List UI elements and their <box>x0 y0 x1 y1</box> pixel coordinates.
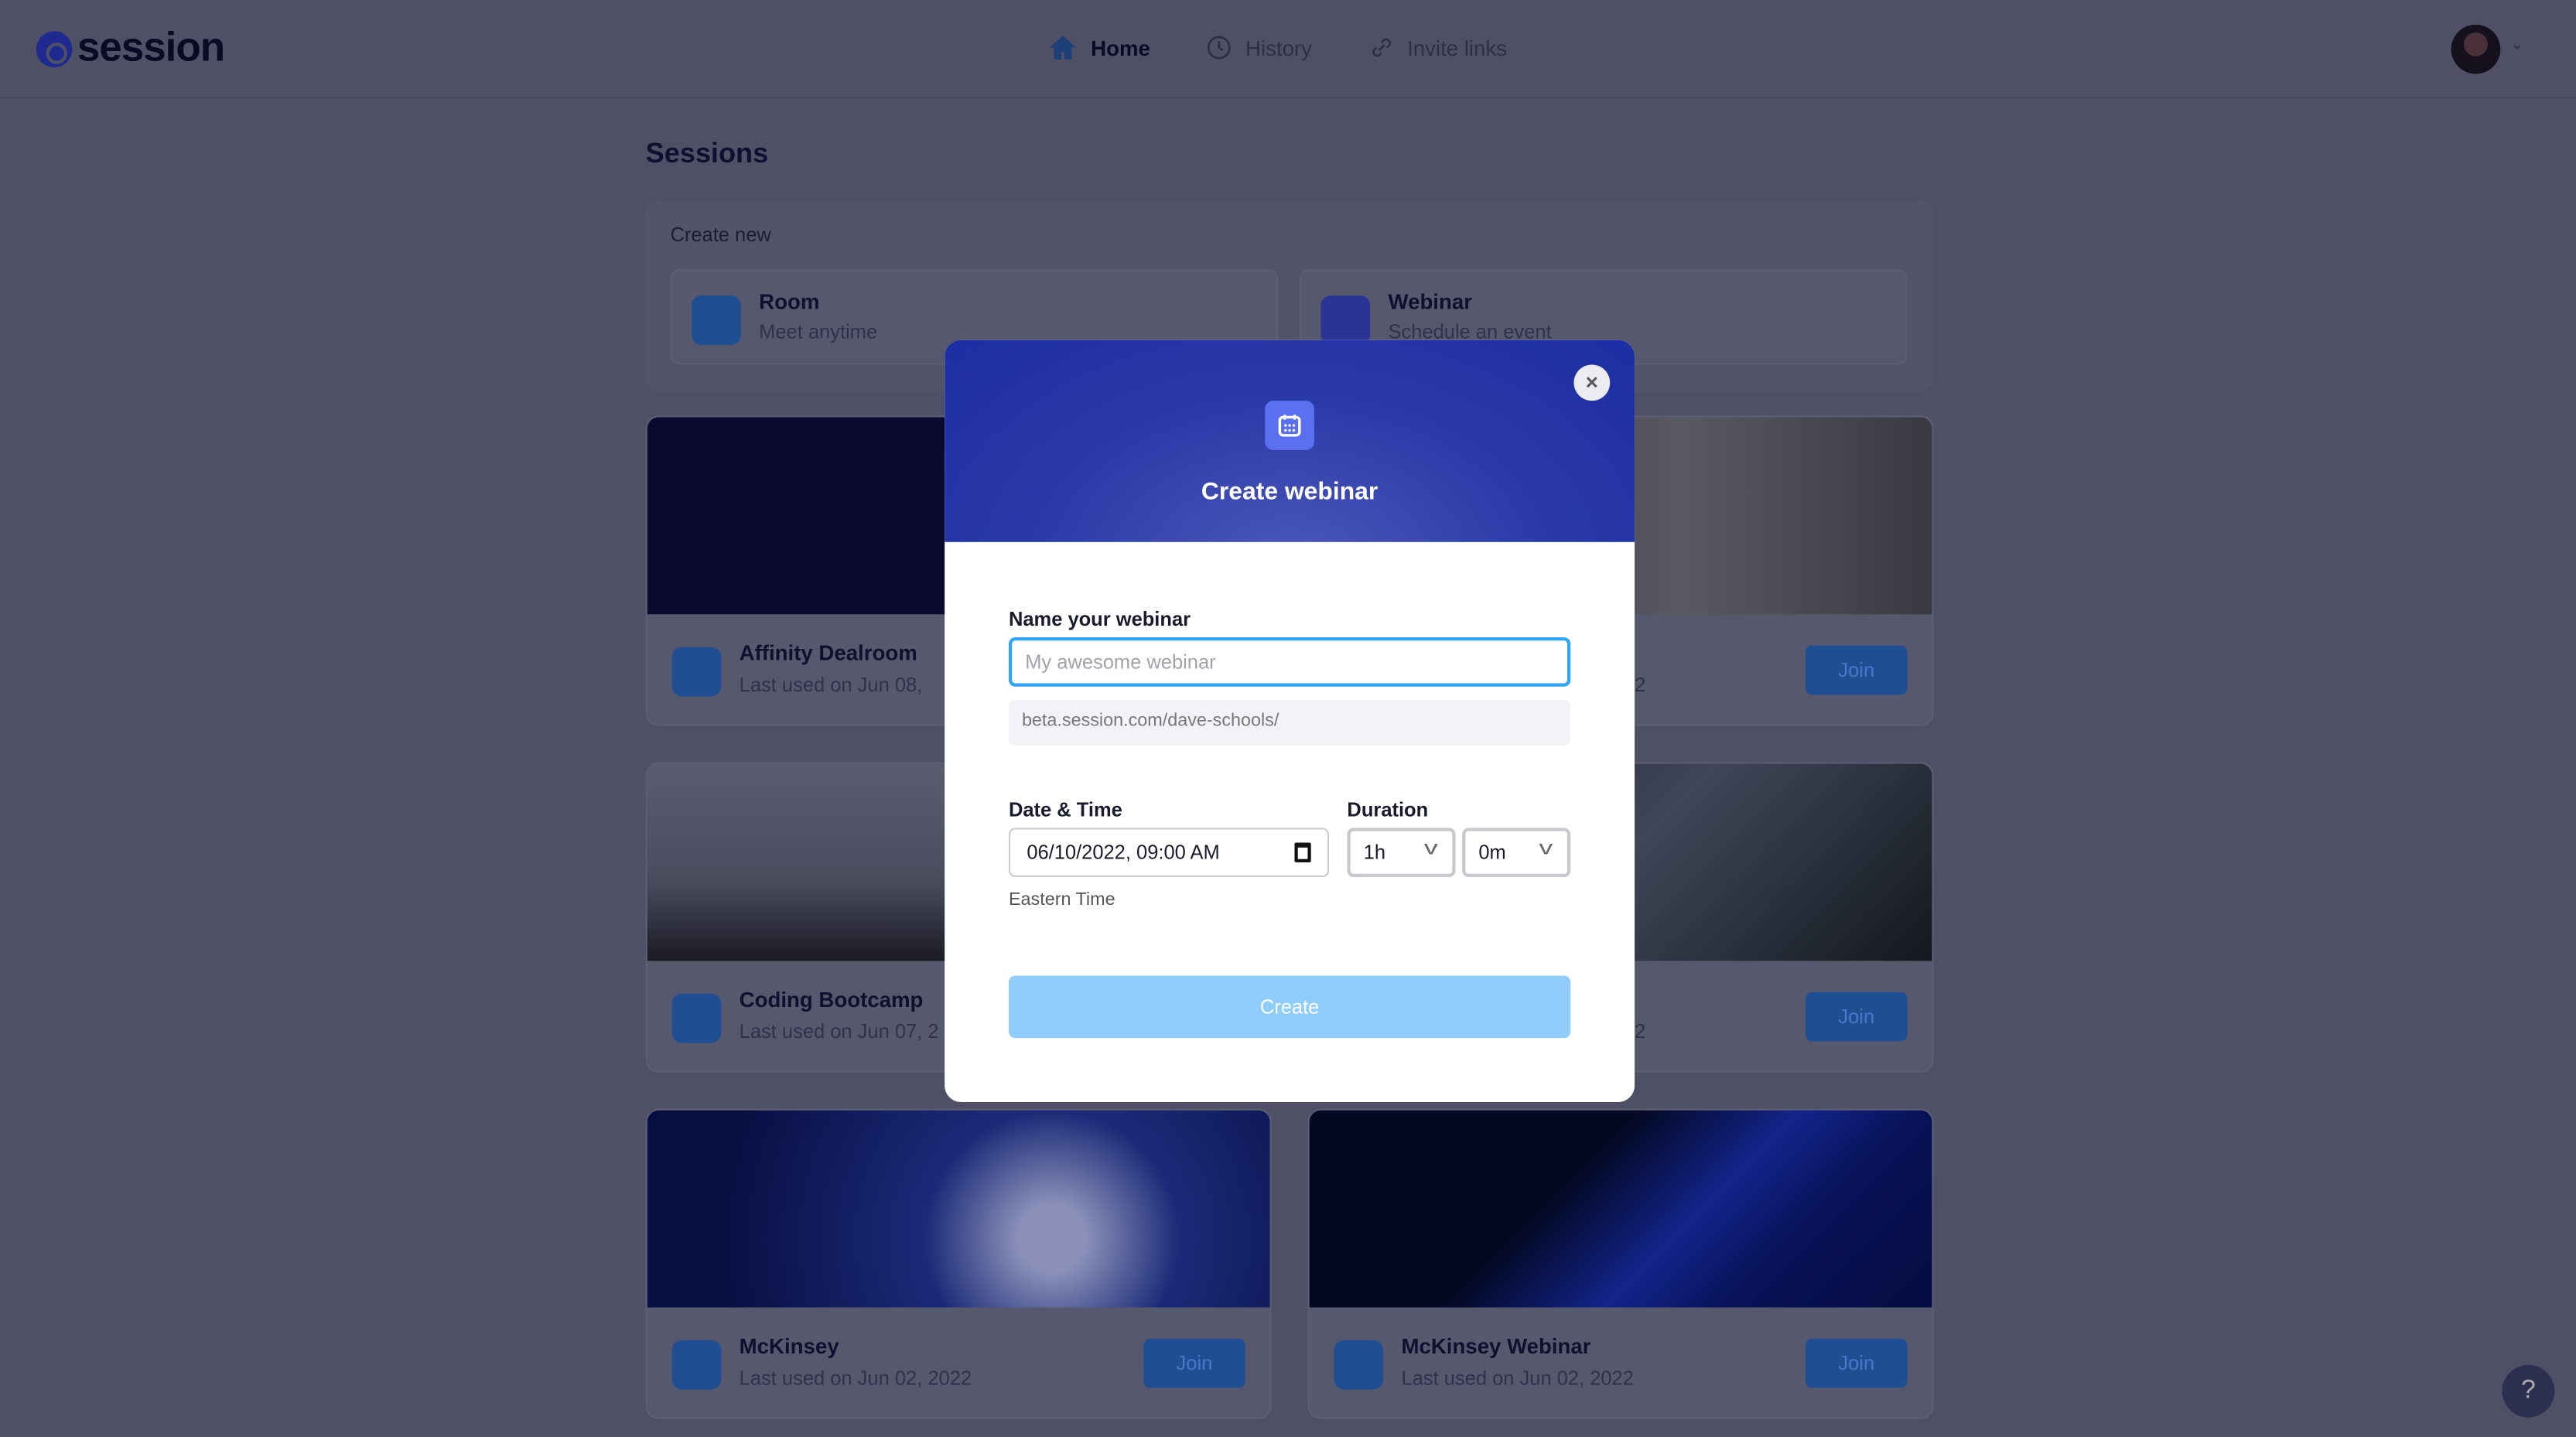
join-button[interactable]: Join <box>1805 645 1908 695</box>
nav-history[interactable]: History <box>1206 32 1312 62</box>
nav-label: Invite links <box>1407 35 1508 60</box>
card-title: Room <box>759 288 820 314</box>
clock-icon <box>1208 36 1232 60</box>
logo[interactable]: session <box>36 24 225 73</box>
calendar-icon <box>1265 401 1314 450</box>
help-button[interactable]: ? <box>2502 1364 2555 1418</box>
card-subtitle: Meet anytime <box>759 320 878 343</box>
door-icon <box>671 647 722 697</box>
join-button[interactable]: Join <box>1805 1338 1908 1388</box>
join-button[interactable]: Join <box>1143 1338 1245 1388</box>
session-thumbnail <box>1309 1110 1932 1308</box>
webinar-name-input[interactable] <box>1008 637 1571 687</box>
logo-text: session <box>77 24 225 71</box>
session-name: McKinsey Webinar <box>1401 1333 1591 1359</box>
session-last-used: Last used on Jun 08, <box>739 673 923 697</box>
timezone-label: Eastern Time <box>1008 890 1115 910</box>
datetime-input[interactable]: 06/10/2022, 09:00 AM <box>1008 828 1330 878</box>
duration-hours-select[interactable]: 1h v <box>1347 828 1456 878</box>
minutes-value: 0m <box>1478 841 1506 865</box>
chevron-down-icon: v <box>1539 835 1553 859</box>
nav-invite-links[interactable]: Invite links <box>1368 32 1507 62</box>
chevron-down-icon: v <box>1423 835 1438 859</box>
session-card[interactable]: McKinsey Webinar Last used on Jun 02, 202… <box>1307 1108 1934 1419</box>
nav-label: Home <box>1091 35 1150 60</box>
join-button[interactable]: Join <box>1805 992 1908 1042</box>
main-nav: Home History Invite links <box>1048 32 1507 62</box>
session-last-used: Last used on Jun 02, 2022 <box>739 1366 972 1390</box>
datetime-label: Date & Time <box>1008 798 1122 821</box>
nav-label: History <box>1245 35 1312 60</box>
chevron-down-icon[interactable]: ⌄ <box>2510 36 2524 54</box>
app: session Home History Invite links ⌄ Sess… <box>0 0 2576 1437</box>
datetime-value: 06/10/2022, 09:00 AM <box>1027 841 1220 865</box>
modal-header: Create webinar × <box>945 340 1635 542</box>
session-last-used: 2 <box>1635 1019 1646 1043</box>
duration-label: Duration <box>1347 798 1429 821</box>
create-button[interactable]: Create <box>1008 975 1571 1039</box>
session-last-used: Last used on Jun 02, 2022 <box>1401 1366 1634 1390</box>
session-thumbnail <box>647 1110 1270 1308</box>
session-name: Affinity Dealroom <box>739 640 917 666</box>
session-name: McKinsey <box>739 1333 839 1359</box>
session-last-used: Last used on Jun 07, 2 <box>739 1019 939 1043</box>
section-label: Create new <box>670 223 771 247</box>
logo-icon <box>36 30 73 67</box>
calendar-icon[interactable] <box>1294 842 1311 862</box>
link-icon <box>1372 38 1391 57</box>
door-icon <box>1334 1340 1384 1390</box>
hours-value: 1h <box>1363 841 1386 865</box>
calendar-icon <box>1320 295 1371 345</box>
url-prefix: beta.session.com/dave-schools/ <box>1008 699 1571 746</box>
close-icon[interactable]: × <box>1573 364 1611 401</box>
home-icon <box>1049 36 1077 60</box>
modal-title: Create webinar <box>1201 477 1379 507</box>
top-bar: session Home History Invite links ⌄ <box>0 0 2576 99</box>
door-icon <box>671 1340 722 1390</box>
session-last-used: 2 <box>1635 673 1646 697</box>
name-label: Name your webinar <box>1008 607 1191 631</box>
nav-home[interactable]: Home <box>1048 32 1150 62</box>
duration-minutes-select[interactable]: 0m v <box>1462 828 1571 878</box>
session-name: Coding Bootcamp <box>739 987 924 1012</box>
door-icon <box>692 295 741 345</box>
session-card[interactable]: McKinsey Last used on Jun 02, 2022 Join <box>645 1108 1272 1419</box>
page-title: Sessions <box>645 138 769 169</box>
create-webinar-modal: Create webinar × Name your webinar beta.… <box>945 340 1635 1103</box>
door-icon <box>671 993 722 1043</box>
card-title: Webinar <box>1388 288 1472 314</box>
avatar[interactable] <box>2451 24 2501 74</box>
